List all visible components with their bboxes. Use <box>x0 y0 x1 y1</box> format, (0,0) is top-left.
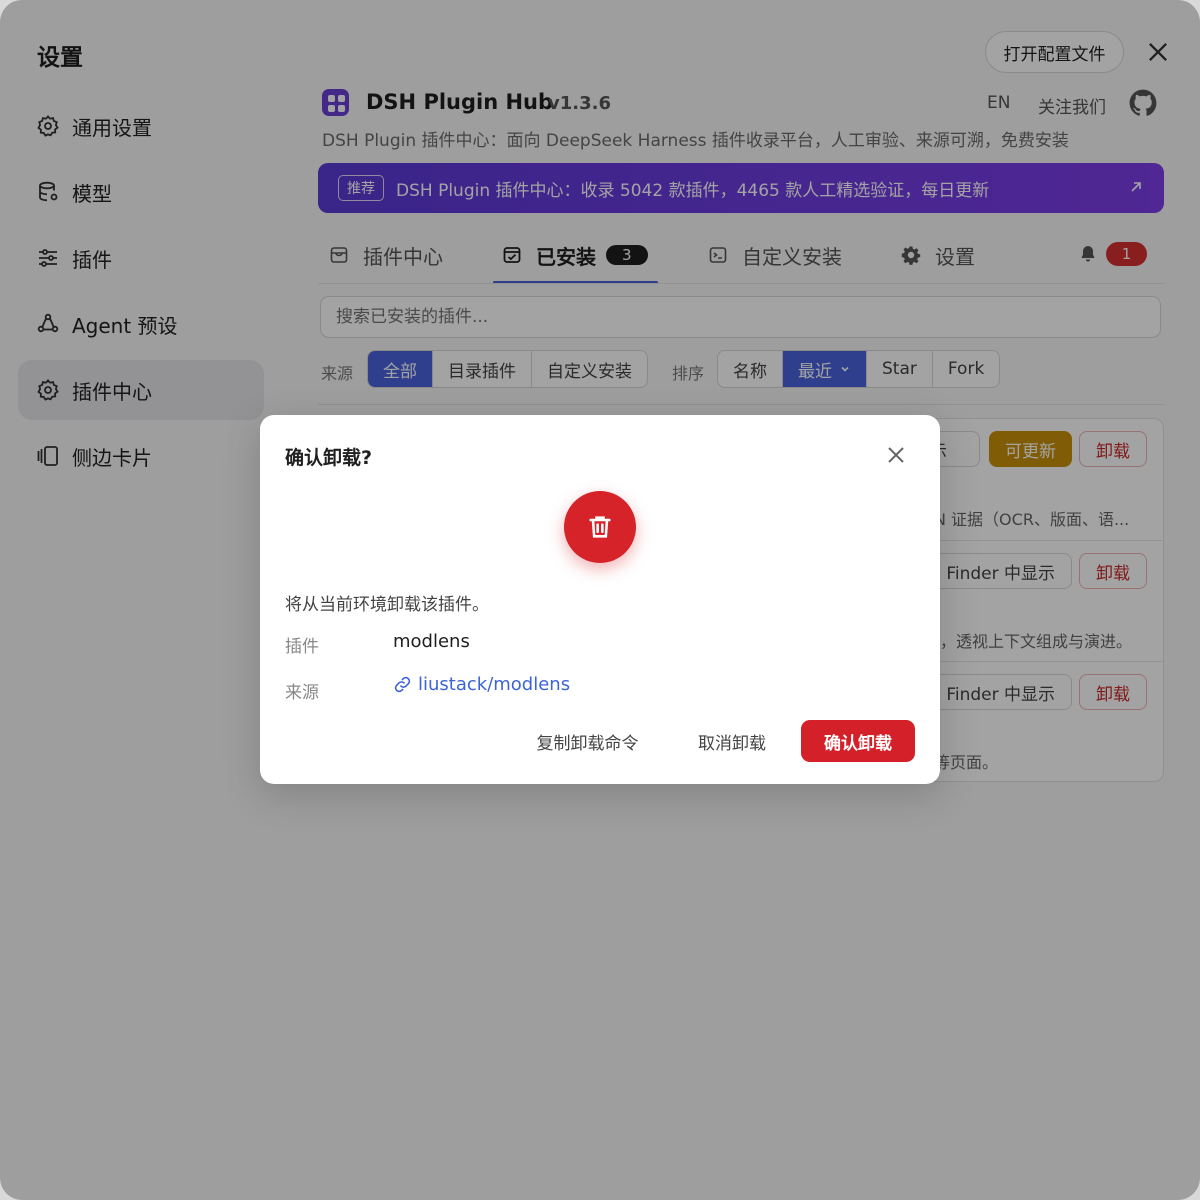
confirm-uninstall-button[interactable]: 确认卸载 <box>801 720 915 762</box>
plugin-name: modlens <box>393 631 470 652</box>
settings-window: 设置 通用设置 模型 插件 Agent 预设 插件中心 侧边卡片 打开配置文件 … <box>0 0 1200 1200</box>
cancel-uninstall-button[interactable]: 取消卸载 <box>680 720 784 762</box>
trash-badge <box>564 491 636 563</box>
link-icon <box>394 676 411 693</box>
dialog-message: 将从当前环境卸载该插件。 <box>285 595 489 615</box>
close-icon[interactable] <box>885 444 907 466</box>
trash-icon <box>589 516 611 538</box>
plugin-label: 插件 <box>285 637 319 657</box>
source-label: 来源 <box>285 683 319 703</box>
source-link-text: liustack/modlens <box>418 674 571 695</box>
source-link[interactable]: liustack/modlens <box>393 674 570 695</box>
dialog-title: 确认卸载? <box>285 447 373 469</box>
confirm-uninstall-dialog: 确认卸载? 将从当前环境卸载该插件。 插件 modlens 来源 liustac… <box>260 415 940 784</box>
copy-uninstall-command-button[interactable]: 复制卸载命令 <box>520 720 655 762</box>
